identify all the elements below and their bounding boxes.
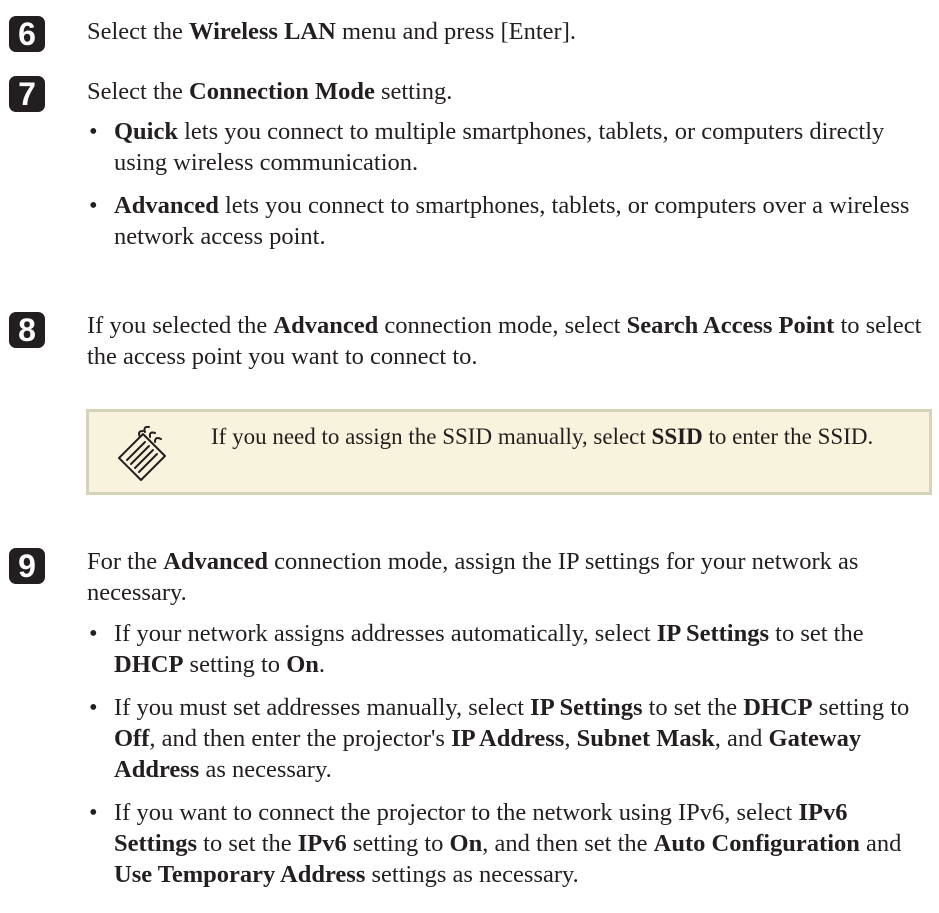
step-number-badge: 6 [9, 16, 45, 52]
list-item: Quick lets you connect to multiple smart… [87, 116, 932, 178]
note-pad-pencil-icon [118, 425, 166, 481]
list-item: If you want to connect the projector to … [87, 797, 932, 890]
bullet-list: If your network assigns addresses automa… [87, 618, 932, 890]
step-number-badge: 8 [9, 312, 45, 348]
list-item: If your network assigns addresses automa… [87, 618, 932, 680]
list-item: If you must set addresses manually, sele… [87, 692, 932, 785]
bullet-list: Quick lets you connect to multiple smart… [87, 116, 932, 252]
note-text: If you need to assign the SSID manually,… [211, 424, 874, 449]
step-text: Select the Connection Mode setting. [87, 78, 453, 105]
step-text: For the Advanced connection mode, assign… [87, 548, 859, 606]
step-number-badge: 7 [9, 76, 45, 112]
note-box: If you need to assign the SSID manually,… [86, 409, 932, 495]
list-item: Advanced lets you connect to smartphones… [87, 190, 932, 252]
step-text: If you selected the Advanced connection … [87, 312, 922, 370]
step-text: Select the Wireless LAN menu and press [… [87, 18, 576, 45]
step-number-badge: 9 [9, 548, 45, 584]
